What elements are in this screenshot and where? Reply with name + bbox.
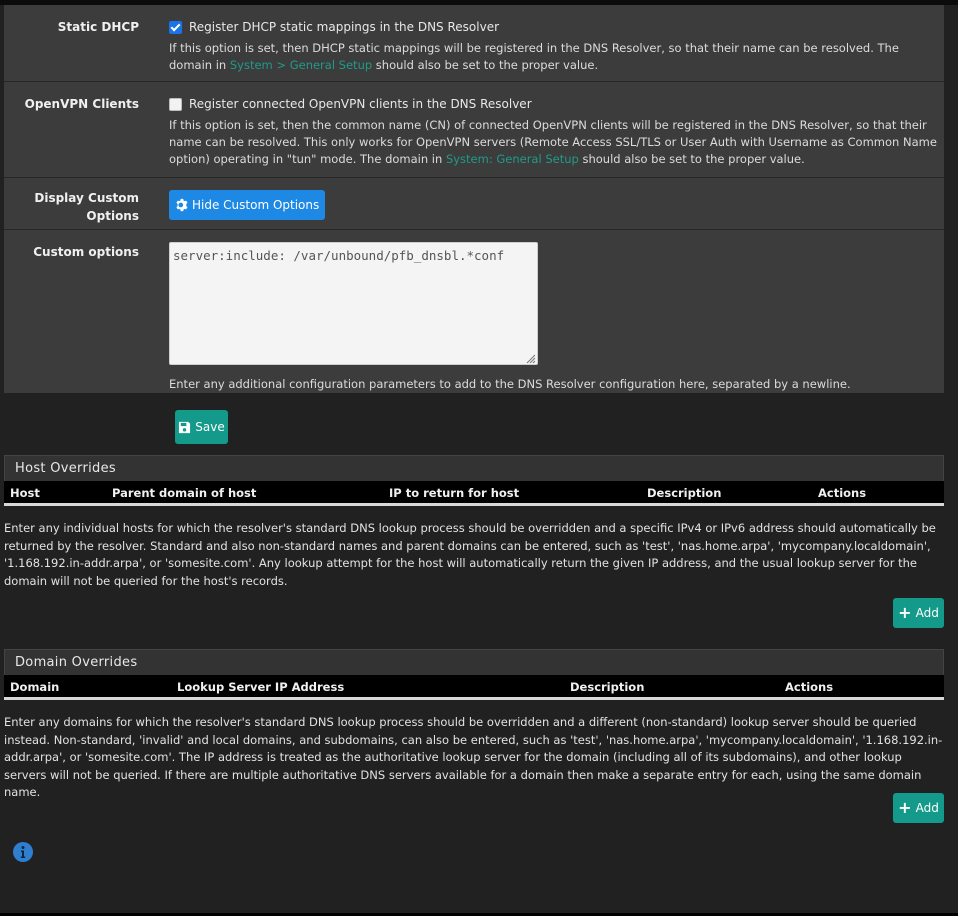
- column-header-actions: Actions: [785, 680, 834, 694]
- domain-overrides-add-label: Add: [915, 801, 939, 815]
- domain-overrides-table-header: Domain Lookup Server IP Address Descript…: [4, 675, 944, 700]
- column-header-description: Description: [570, 680, 645, 694]
- column-header-ip: IP to return for host: [389, 486, 520, 500]
- openvpn-checkbox-label: Register connected OpenVPN clients in th…: [189, 97, 532, 111]
- floppy-disk-icon: [179, 421, 191, 433]
- openvpn-clients-label: OpenVPN Clients: [24, 97, 139, 111]
- plus-icon: +: [898, 603, 912, 622]
- save-button[interactable]: Save: [175, 410, 228, 444]
- openvpn-help: If this option is set, then the common n…: [169, 117, 939, 168]
- row-openvpn-clients: OpenVPN Clients Register connected OpenV…: [4, 82, 944, 178]
- column-header-lookup-server: Lookup Server IP Address: [177, 680, 345, 694]
- static-dhcp-help-tail: should also be set to the proper value.: [372, 58, 599, 72]
- system-general-setup-link[interactable]: System > General Setup: [230, 58, 372, 72]
- openvpn-checkbox[interactable]: [169, 97, 182, 111]
- column-header-description: Description: [647, 486, 722, 500]
- info-icon[interactable]: [13, 842, 33, 862]
- domain-overrides-add-button[interactable]: + Add: [893, 793, 944, 823]
- system-general-setup-link-2[interactable]: System: General Setup: [446, 152, 579, 166]
- hide-custom-options-button[interactable]: Hide Custom Options: [169, 190, 326, 220]
- row-custom-options: Custom options server:include: /var/unbo…: [4, 230, 944, 393]
- host-overrides-add-label: Add: [915, 606, 939, 620]
- display-custom-options-label: Display Custom Options: [34, 191, 139, 223]
- gear-icon: [176, 198, 188, 212]
- column-header-actions: Actions: [818, 486, 867, 500]
- static-dhcp-checkbox-line[interactable]: Register DHCP static mappings in the DNS…: [169, 18, 939, 36]
- host-overrides-help: Enter any individual hosts for which the…: [4, 521, 936, 588]
- host-overrides-table-header: Host Parent domain of host IP to return …: [4, 481, 944, 506]
- hide-custom-options-label: Hide Custom Options: [192, 198, 320, 212]
- openvpn-help-tail: should also be set to the proper value.: [578, 152, 805, 166]
- column-header-host: Host: [10, 486, 40, 500]
- resize-grip-icon[interactable]: [524, 352, 536, 364]
- domain-overrides-help: Enter any domains for which the resolver…: [4, 715, 943, 799]
- host-overrides-add-button[interactable]: + Add: [893, 598, 944, 628]
- host-overrides-title: Host Overrides: [15, 461, 116, 476]
- custom-options-label: Custom options: [33, 245, 139, 259]
- static-dhcp-help: If this option is set, then DHCP static …: [169, 40, 939, 74]
- column-header-parent-domain: Parent domain of host: [112, 486, 257, 500]
- custom-options-textarea[interactable]: server:include: /var/unbound/pfb_dnsbl.*…: [169, 242, 538, 365]
- custom-options-help: Enter any additional configuration param…: [169, 377, 851, 391]
- static-dhcp-checkbox[interactable]: [169, 20, 182, 34]
- plus-icon: +: [898, 798, 912, 817]
- static-dhcp-label: Static DHCP: [57, 20, 139, 34]
- save-label: Save: [195, 420, 225, 434]
- row-static-dhcp: Static DHCP Register DHCP static mapping…: [4, 5, 944, 82]
- domain-overrides-title: Domain Overrides: [15, 655, 138, 670]
- static-dhcp-checkbox-label: Register DHCP static mappings in the DNS…: [189, 20, 500, 34]
- settings-panel: Static DHCP Register DHCP static mapping…: [4, 5, 944, 393]
- column-header-domain: Domain: [10, 680, 60, 694]
- row-display-custom-options: Display Custom Options Hide Custom Optio…: [4, 178, 944, 230]
- openvpn-checkbox-line[interactable]: Register connected OpenVPN clients in th…: [169, 95, 939, 113]
